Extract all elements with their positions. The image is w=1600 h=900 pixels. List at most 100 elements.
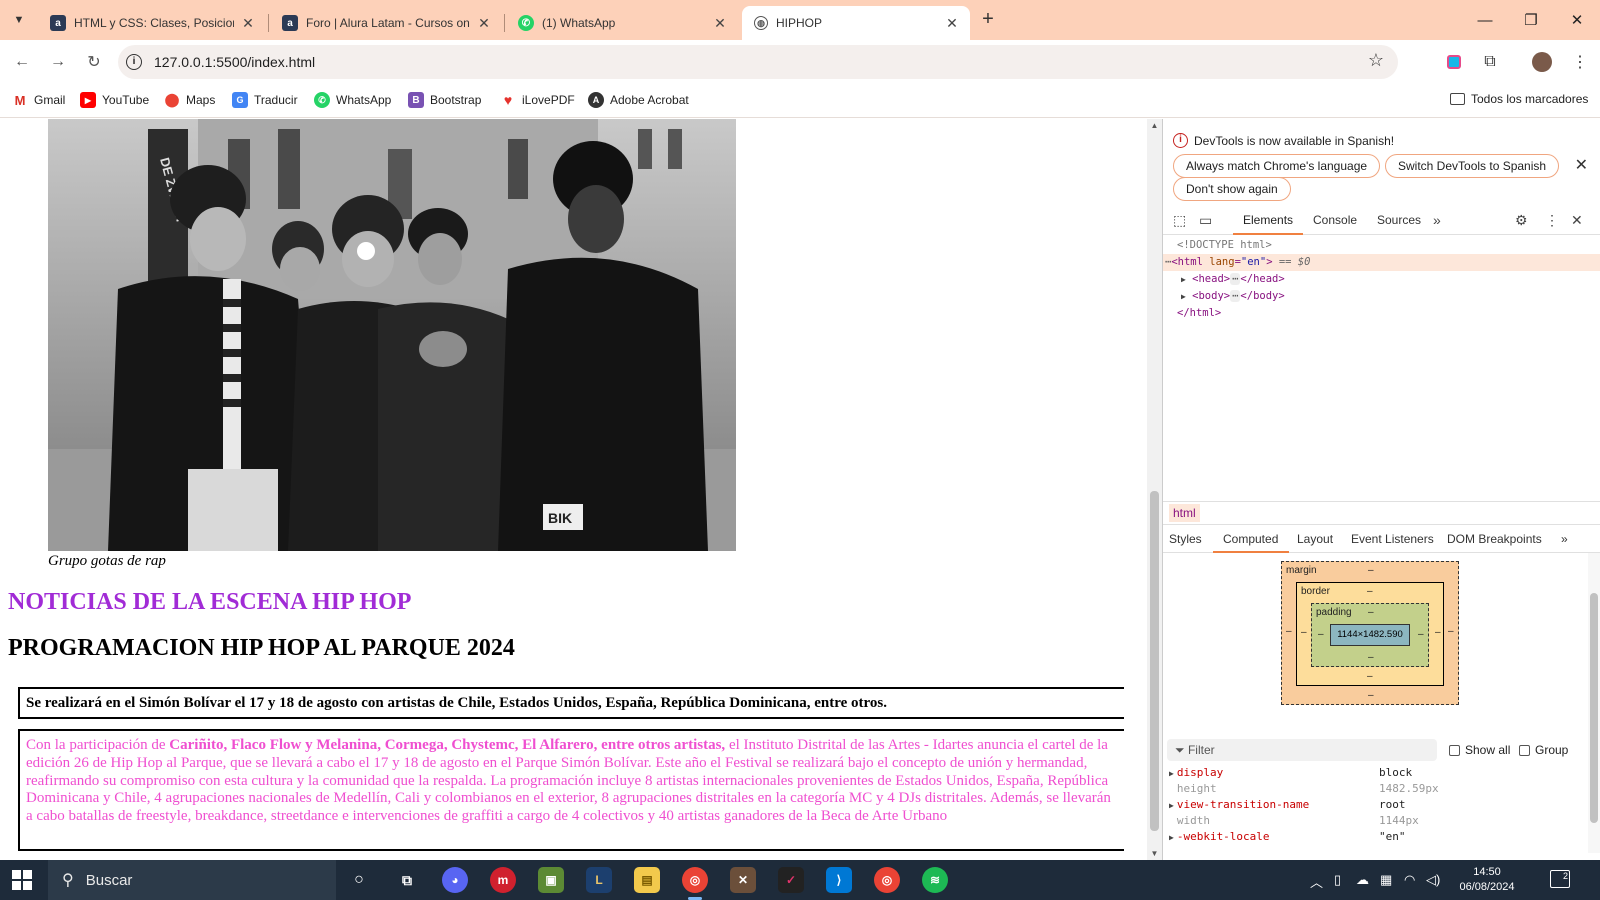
dont-show-again-button[interactable]: Don't show again [1173, 177, 1291, 201]
expand-triangle-icon[interactable]: ▶ [1169, 769, 1174, 778]
tab-layout[interactable]: Layout [1297, 532, 1333, 546]
computed-prop-display[interactable]: ▶ display block [1169, 765, 1589, 781]
devtools-scrollbar[interactable] [1588, 553, 1600, 853]
cloud-icon[interactable]: ☁ [1356, 872, 1369, 888]
device-icon[interactable]: ▯ [1334, 872, 1341, 888]
dom-html-close[interactable]: </html> [1163, 305, 1600, 322]
expand-triangle-icon[interactable]: ▶ [1169, 833, 1174, 842]
bookmark-maps[interactable]: ⬤ Maps [164, 92, 216, 108]
mcafee-icon[interactable]: m [490, 867, 516, 893]
bookmark-adobe-acrobat[interactable]: A Adobe Acrobat [588, 92, 689, 108]
expand-triangle-icon[interactable]: ▶ [1181, 292, 1186, 301]
bookmark-gmail[interactable]: M Gmail [12, 92, 66, 108]
tab-dom-breakpoints[interactable]: DOM Breakpoints [1447, 532, 1542, 546]
address-bar[interactable]: i 127.0.0.1:5500/index.html ☆ [118, 45, 1398, 79]
close-icon[interactable]: ✕ [712, 15, 728, 32]
always-match-language-button[interactable]: Always match Chrome's language [1173, 154, 1381, 178]
chrome-profile-icon[interactable]: ◎ [874, 867, 900, 893]
taskbar-clock[interactable]: 14:50 06/08/2024 [1452, 865, 1522, 895]
group-checkbox[interactable]: Group [1519, 743, 1568, 757]
close-icon[interactable]: ✕ [476, 15, 492, 32]
taskbar-search[interactable]: ⚲ Buscar [48, 860, 336, 900]
bookmark-bootstrap[interactable]: B Bootstrap [408, 92, 481, 108]
tab-event-listeners[interactable]: Event Listeners [1351, 532, 1434, 546]
tray-overflow-icon[interactable]: ︿ [1310, 872, 1323, 891]
site-info-icon[interactable]: i [126, 54, 142, 70]
settings-gear-icon[interactable]: ⚙ [1515, 212, 1528, 229]
computed-prop-height[interactable]: ▶height1482.59px [1169, 781, 1589, 797]
vscode-icon[interactable]: ⟩ [826, 867, 852, 893]
bookmark-star-icon[interactable]: ☆ [1368, 50, 1384, 71]
more-vertical-icon[interactable]: ⋮ [1545, 212, 1559, 229]
scroll-down-icon[interactable]: ▼ [1147, 849, 1162, 858]
cortana-icon[interactable]: ○ [346, 867, 372, 893]
dom-doctype[interactable]: <!DOCTYPE html> [1163, 237, 1600, 254]
bookmark-traducir[interactable]: G Traducir [232, 92, 298, 108]
minimize-button[interactable]: — [1462, 0, 1508, 40]
switch-to-spanish-button[interactable]: Switch DevTools to Spanish [1385, 154, 1560, 178]
tab-computed[interactable]: Computed [1223, 532, 1278, 546]
ellipsis-icon[interactable]: ⋯ [1230, 273, 1241, 285]
scroll-up-icon[interactable]: ▲ [1147, 121, 1162, 130]
tab-hiphop[interactable]: ◍ HIPHOP ✕ [742, 6, 970, 40]
bookmark-ilovepdf[interactable]: ♥ iLovePDF [500, 92, 575, 108]
box-content-size[interactable]: 1144×1482.590 [1330, 624, 1410, 646]
more-subtabs-icon[interactable]: » [1561, 532, 1568, 546]
filter-input[interactable]: ⏷ Filter [1167, 739, 1437, 761]
breadcrumb-html[interactable]: html [1169, 504, 1200, 522]
keyboard-icon[interactable]: ▦ [1380, 872, 1392, 888]
more-tabs-icon[interactable]: » [1433, 212, 1441, 228]
all-bookmarks[interactable]: Todos los marcadores [1450, 92, 1588, 106]
profile-avatar[interactable] [1530, 50, 1554, 74]
start-button[interactable] [12, 870, 32, 890]
bookmark-youtube[interactable]: ▶ YouTube [80, 92, 149, 108]
close-window-button[interactable]: ✕ [1554, 0, 1600, 40]
scrollbar-thumb[interactable] [1590, 593, 1598, 823]
close-icon[interactable]: ✕ [240, 15, 256, 32]
tab-sources[interactable]: Sources [1377, 213, 1421, 227]
url-text[interactable]: 127.0.0.1:5500/index.html [154, 54, 315, 70]
close-icon[interactable]: ✕ [944, 15, 960, 32]
discord-icon[interactable]: ◕ [442, 867, 468, 893]
computed-prop-width[interactable]: ▶width1144px [1169, 813, 1589, 829]
back-button[interactable]: ← [8, 48, 36, 76]
league-icon[interactable]: L [586, 867, 612, 893]
new-tab-button[interactable]: + [976, 8, 1000, 32]
close-devtools-icon[interactable]: ✕ [1571, 212, 1583, 229]
tab-styles[interactable]: Styles [1169, 532, 1202, 546]
restore-button[interactable]: ❐ [1508, 0, 1554, 40]
dom-body-node[interactable]: ▶ <body> ⋯ </body> [1163, 288, 1600, 305]
computed-prop-webkit-locale[interactable]: ▶ -webkit-locale "en" [1169, 829, 1589, 845]
tab-whatsapp[interactable]: ✆ (1) WhatsApp ✕ [506, 6, 738, 40]
tab-elements[interactable]: Elements [1243, 213, 1293, 227]
device-toolbar-icon[interactable]: ▭ [1199, 212, 1212, 229]
tab-console[interactable]: Console [1313, 213, 1357, 227]
notifications-icon[interactable]: 2 [1550, 870, 1570, 888]
file-explorer-icon[interactable]: ▤ [634, 867, 660, 893]
inspect-element-icon[interactable]: ⬚ [1173, 212, 1186, 229]
minecraft-icon[interactable]: ▣ [538, 867, 564, 893]
show-all-checkbox[interactable]: Show all [1449, 743, 1510, 757]
expand-triangle-icon[interactable]: ▶ [1169, 801, 1174, 810]
app-pink-icon[interactable]: ✓ [778, 867, 804, 893]
close-notice-icon[interactable]: ✕ [1575, 155, 1588, 175]
dom-head-node[interactable]: ▶ <head> ⋯ </head> [1163, 271, 1600, 288]
game-icon[interactable]: ✕ [730, 867, 756, 893]
chrome-menu-button[interactable]: ⋮ [1568, 50, 1592, 74]
extensions-button[interactable]: ⧉ [1478, 50, 1502, 74]
extension-color-picker-icon[interactable] [1442, 50, 1466, 74]
dom-html-node[interactable]: ⋯<html lang="en"> == $0 [1163, 254, 1600, 271]
chrome-icon[interactable]: ◎ [682, 867, 708, 893]
task-view-icon[interactable]: ⧉ [394, 867, 420, 893]
reload-button[interactable]: ↻ [80, 48, 108, 76]
volume-icon[interactable]: ◁) [1426, 872, 1440, 888]
page-scrollbar[interactable]: ▲ ▼ [1147, 119, 1162, 860]
expand-triangle-icon[interactable]: ▶ [1181, 275, 1186, 284]
ellipsis-icon[interactable]: ⋯ [1230, 290, 1241, 302]
scrollbar-thumb[interactable] [1150, 491, 1159, 831]
bookmark-whatsapp[interactable]: ✆ WhatsApp [314, 92, 391, 108]
forward-button[interactable]: → [44, 48, 72, 76]
tab-html-css[interactable]: a HTML y CSS: Clases, Posicionamiento ✕ [38, 6, 266, 40]
tab-foro-alura[interactable]: a Foro | Alura Latam - Cursos online ✕ [270, 6, 502, 40]
tab-search-button[interactable]: ▼ [6, 8, 32, 32]
